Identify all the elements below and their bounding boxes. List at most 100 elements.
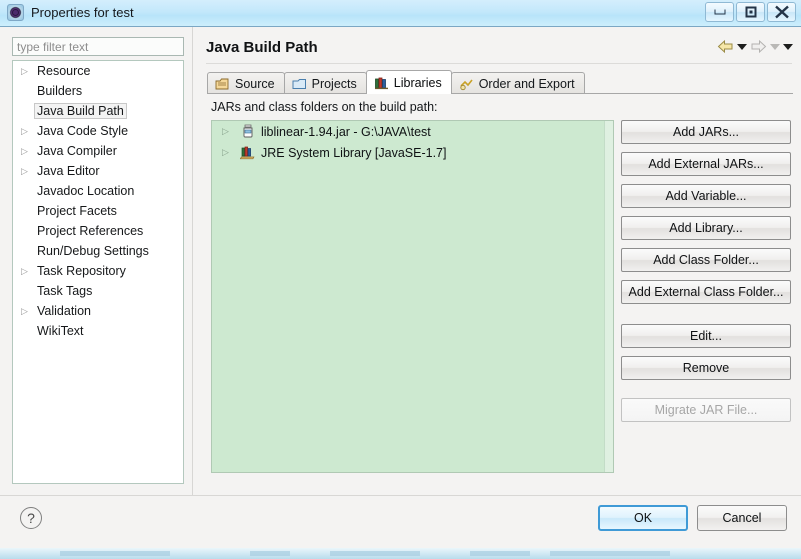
sidebar-item-project-facets[interactable]: ▷Project Facets [13,201,183,221]
libraries-books-icon [374,76,389,90]
minimize-button[interactable] [705,2,734,22]
expand-arrow-icon[interactable]: ▷ [21,66,34,76]
sidebar-item-label: Java Build Path [34,103,127,119]
close-button[interactable] [767,2,796,22]
sidebar-item-java-code-style[interactable]: ▷ Java Code Style [13,121,183,141]
sidebar-item-label: Java Code Style [37,124,129,138]
add-library-button[interactable]: Add Library... [621,216,791,240]
tab-projects[interactable]: Projects [283,72,367,94]
back-arrow-icon[interactable] [717,39,734,54]
maximize-icon [745,6,756,18]
close-icon [774,5,789,19]
libraries-description: JARs and class folders on the build path… [211,100,438,114]
pane-divider[interactable] [192,27,196,495]
sidebar-item-label: Run/Debug Settings [37,244,149,258]
tab-libraries[interactable]: Libraries [365,70,452,94]
source-folder-icon [215,77,230,91]
library-entry-row[interactable]: ▷ JRE System Library [JavaSE-1.7] [212,142,613,163]
tab-source[interactable]: Source [207,72,285,94]
forward-dropdown-icon[interactable] [770,43,780,50]
sidebar-item-label: Builders [37,84,83,98]
tab-label: Order and Export [478,76,575,91]
desktop-bleed-strip [0,548,801,559]
add-external-class-folder-button[interactable]: Add External Class Folder... [621,280,791,304]
libraries-action-buttons: Add JARs... Add External JARs... Add Varia… [621,120,791,430]
tab-label: Source [235,76,275,91]
minimize-icon [714,9,725,15]
add-jars-button[interactable]: Add JARs... [621,120,791,144]
dialog-content: ▷Resource▷Builders▷Java Build Path▷Java … [0,27,801,495]
title-divider [206,63,792,64]
sidebar-item-label: Validation [37,304,91,318]
cancel-button[interactable]: Cancel [697,505,787,531]
add-variable-button[interactable]: Add Variable... [621,184,791,208]
sidebar-item-task-tags[interactable]: ▷Task Tags [13,281,183,301]
sidebar-item-label: Project Facets [37,204,117,218]
settings-page-pane: Java Build Path Source Projects Libraries O… [198,27,801,495]
edit-button[interactable]: Edit... [621,324,791,348]
expand-arrow-icon[interactable]: ▷ [21,266,34,276]
filter-input[interactable] [12,37,184,56]
sidebar-item-java-editor[interactable]: ▷ Java Editor [13,161,183,181]
migrate-jar-file-button: Migrate JAR File... [621,398,791,422]
expand-arrow-icon[interactable]: ▷ [21,126,34,136]
window-controls [705,2,796,22]
help-question-icon[interactable]: ? [20,507,42,529]
properties-dialog: Properties for test ▷Resource▷Builders▷J… [0,0,801,559]
expand-arrow-icon[interactable]: ▷ [222,127,235,136]
sidebar-item-label: WikiText [37,324,84,338]
sidebar-item-label: Java Compiler [37,144,117,158]
sidebar-item-wikitext[interactable]: ▷WikiText [13,321,183,341]
page-history-nav [717,39,793,54]
expand-arrow-icon[interactable]: ▷ [21,166,34,176]
page-menu-icon[interactable] [783,43,793,50]
title-bar-left: Properties for test [7,4,134,21]
sidebar-item-java-compiler[interactable]: ▷ Java Compiler [13,141,183,161]
forward-arrow-icon [751,39,767,54]
sidebar-item-project-references[interactable]: ▷Project References [13,221,183,241]
tab-label: Libraries [393,75,442,90]
add-class-folder-button[interactable]: Add Class Folder... [621,248,791,272]
footer-buttons: OK Cancel [598,505,787,531]
sidebar-item-builders[interactable]: ▷Builders [13,81,183,101]
back-dropdown-icon[interactable] [737,43,747,50]
tab-order-and-export[interactable]: Order and Export [450,72,585,94]
sidebar-item-label: Resource [37,64,91,78]
order-export-icon [459,77,474,91]
tab-strip-underline [207,93,793,94]
sidebar-item-javadoc-location[interactable]: ▷Javadoc Location [13,181,183,201]
add-external-jars-button[interactable]: Add External JARs... [621,152,791,176]
settings-navigation-pane: ▷Resource▷Builders▷Java Build Path▷Java … [8,33,190,488]
ok-button[interactable]: OK [598,505,688,531]
projects-folder-icon [292,77,307,91]
sidebar-item-java-build-path[interactable]: ▷Java Build Path [13,101,183,121]
sidebar-item-validation[interactable]: ▷ Validation [13,301,183,321]
remove-button[interactable]: Remove [621,356,791,380]
expand-arrow-icon[interactable]: ▷ [21,306,34,316]
sidebar-item-label: Java Editor [37,164,100,178]
sidebar-item-label: Project References [37,224,144,238]
maximize-button[interactable] [736,2,765,22]
sidebar-item-task-repository[interactable]: ▷ Task Repository [13,261,183,281]
library-entry-label: liblinear-1.94.jar - G:\JAVA\test [261,124,431,139]
sidebar-item-run-debug-settings[interactable]: ▷Run/Debug Settings [13,241,183,261]
sidebar-item-resource[interactable]: ▷ Resource [13,61,183,81]
libraries-tree-scrollbar[interactable] [604,121,613,472]
library-entry-row[interactable]: ▷ liblinear-1.94.jar - G:\JAVA\test [212,121,613,142]
libraries-tree-rows: ▷ liblinear-1.94.jar - G:\JAVA\test ▷ JRE S… [212,121,613,163]
window-title: Properties for test [31,5,134,20]
libraries-tab-panel: JARs and class folders on the build path… [207,94,793,489]
settings-tree[interactable]: ▷Resource▷Builders▷Java Build Path▷Java … [12,60,184,484]
sidebar-item-label: Task Tags [37,284,93,298]
properties-gear-icon [7,4,24,21]
jre-library-icon [239,145,256,160]
sidebar-item-label: Javadoc Location [37,184,135,198]
jar-file-icon [240,124,256,139]
expand-arrow-icon[interactable]: ▷ [222,148,235,157]
page-title: Java Build Path [206,39,318,56]
expand-arrow-icon[interactable]: ▷ [21,146,34,156]
tab-label: Projects [311,76,357,91]
window-title-bar: Properties for test [0,0,801,27]
sidebar-item-label: Task Repository [37,264,126,278]
libraries-tree[interactable]: ▷ liblinear-1.94.jar - G:\JAVA\test ▷ JRE S… [211,120,614,473]
